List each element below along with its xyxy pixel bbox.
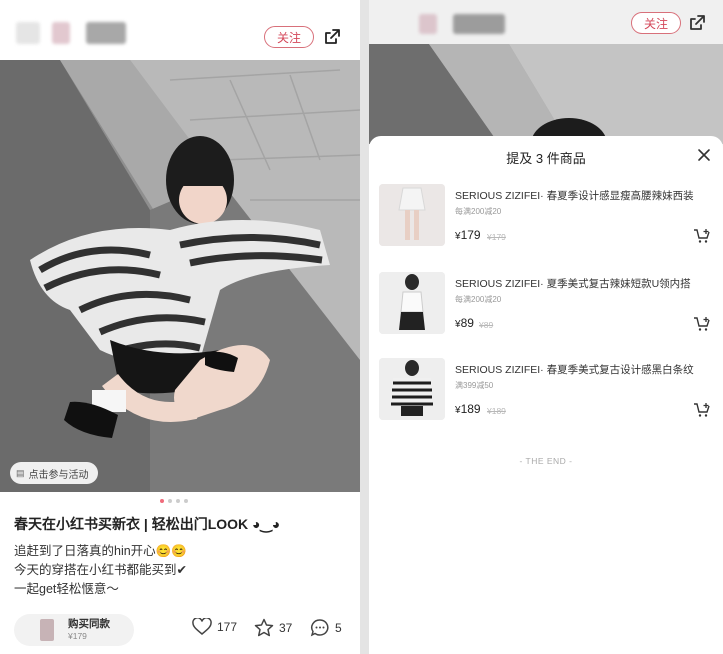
follow-button[interactable]: 关注: [631, 12, 681, 34]
street-photo-image: [0, 60, 360, 492]
carousel-dot: [184, 499, 188, 503]
post-photo[interactable]: ▤ 点击参与活动: [0, 60, 360, 492]
like-count: 177: [217, 620, 238, 634]
avatar[interactable]: [419, 14, 437, 34]
products-sheet: 提及 3 件商品 SERIOUS ZIZIFEI· 春夏季设计感显瘦高腰辣妹西装…: [369, 136, 723, 654]
carousel-dot: [176, 499, 180, 503]
activity-tag[interactable]: ▤ 点击参与活动: [10, 462, 98, 484]
buy-same-label: 购买同款: [68, 618, 110, 630]
collect-button[interactable]: 37: [254, 618, 292, 637]
product-image: [379, 272, 445, 334]
username-blurred: [86, 22, 126, 44]
buy-same-price: ¥179: [68, 631, 87, 641]
product-name: SERIOUS ZIZIFEI· 夏季美式复古辣妹短款U领内搭: [455, 278, 691, 290]
product-name: SERIOUS ZIZIFEI· 春夏季设计感显瘦高腰辣妹西装: [455, 190, 694, 202]
product-promo: 满399减50: [455, 381, 494, 390]
post-header: 关注: [0, 0, 360, 60]
avatar[interactable]: [16, 22, 40, 44]
add-to-cart-icon[interactable]: [693, 316, 711, 332]
comment-icon: [310, 619, 329, 637]
like-button[interactable]: 177: [192, 618, 237, 636]
product-price: ¥89: [455, 316, 474, 330]
comment-button[interactable]: 5: [310, 618, 342, 637]
buy-same-button[interactable]: 购买同款 ¥179: [14, 614, 134, 646]
product-price: ¥179: [455, 228, 481, 242]
list-end-marker: - THE END -: [519, 456, 573, 466]
close-icon[interactable]: [697, 148, 711, 162]
follow-button[interactable]: 关注: [264, 26, 314, 48]
product-image: [379, 184, 445, 246]
post-line: 今天的穿搭在小红书都能买到✔: [14, 563, 187, 577]
post-caption: 春天在小红书买新衣 | 轻松出门LOOK ◕‿◕ 追赶到了日落真的hin开心😊😊…: [14, 514, 350, 599]
product-name: SERIOUS ZIZIFEI· 春夏季美式复古设计感黑白条纹: [455, 364, 694, 376]
carousel-dot: [168, 499, 172, 503]
sheet-title: 提及 3 件商品: [506, 151, 586, 166]
post-screen: 关注 ▤ 点击参与活动 春天在小红书买新衣 | 轻松出门LOOK ◕‿◕ 追赶到…: [0, 0, 360, 654]
carousel-dot: [160, 499, 164, 503]
product-original-price: ¥189: [487, 406, 506, 416]
collect-count: 37: [279, 620, 293, 635]
share-icon[interactable]: [322, 27, 342, 47]
product-thumbnail: [40, 619, 54, 641]
add-to-cart-icon[interactable]: [693, 402, 711, 418]
activity-tag-label: 点击参与活动: [28, 469, 89, 481]
product-original-price: ¥179: [487, 232, 506, 242]
post-line: 一起get轻松惬意～: [14, 582, 119, 596]
product-item[interactable]: SERIOUS ZIZIFEI· 春夏季设计感显瘦高腰辣妹西装 每满200减20…: [379, 184, 715, 254]
post-photo-dimmed: [369, 44, 723, 144]
comment-count: 5: [335, 620, 342, 635]
heart-icon: [192, 618, 212, 635]
post-line: 追赶到了日落真的hin开心😊😊: [14, 544, 187, 558]
product-item[interactable]: SERIOUS ZIZIFEI· 夏季美式复古辣妹短款U领内搭 每满200减20…: [379, 272, 715, 342]
products-screen: 关注 提及 3 件商品 SERIOUS ZIZIFEI· 春夏季设计感显瘦高腰辣…: [369, 0, 723, 654]
username-blurred: [453, 14, 505, 34]
product-image: [379, 358, 445, 420]
screen-divider: [360, 0, 369, 654]
username-blurred: [52, 22, 70, 44]
product-promo: 每满200减20: [455, 295, 502, 304]
carousel-indicator: [160, 499, 188, 503]
share-icon[interactable]: [687, 13, 707, 33]
post-title: 春天在小红书买新衣 | 轻松出门LOOK ◕‿◕: [14, 516, 281, 532]
product-item[interactable]: SERIOUS ZIZIFEI· 春夏季美式复古设计感黑白条纹 满399减50 …: [379, 358, 715, 428]
tag-icon: ▤: [16, 467, 25, 478]
street-photo-image: [369, 44, 723, 144]
product-original-price: ¥89: [479, 320, 494, 330]
add-to-cart-icon[interactable]: [693, 228, 711, 244]
product-promo: 每满200减20: [455, 207, 502, 216]
post-header: 关注: [369, 0, 723, 44]
engagement-bar: 购买同款 ¥179 177 37 5: [0, 606, 360, 654]
star-icon: [254, 618, 274, 637]
product-price: ¥189: [455, 402, 481, 416]
